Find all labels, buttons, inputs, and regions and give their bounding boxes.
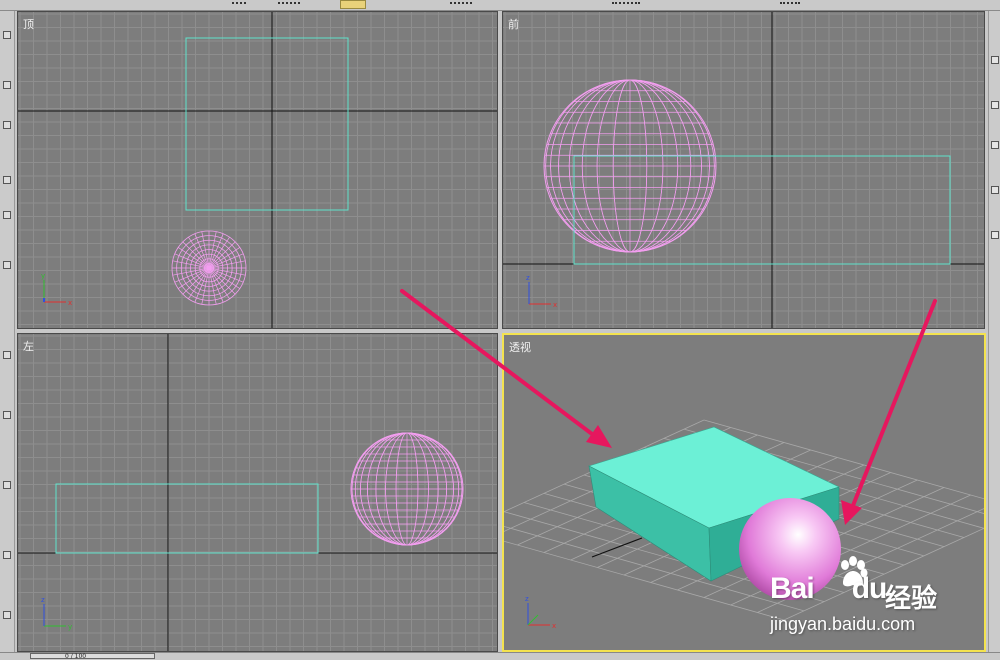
axis-tripod: x z — [525, 595, 556, 630]
panel-button[interactable] — [991, 141, 999, 149]
tool-button[interactable] — [3, 411, 11, 419]
panel-button[interactable] — [991, 231, 999, 239]
tool-button[interactable] — [3, 31, 11, 39]
viewport-top[interactable]: 顶 x y — [17, 11, 498, 329]
main-toolbar — [0, 0, 1000, 11]
viewport-left-canvas: y z — [18, 334, 497, 651]
grid — [18, 334, 497, 651]
axis-label-y: y — [68, 623, 72, 631]
panel-button[interactable] — [991, 186, 999, 194]
viewport-label-left[interactable]: 左 — [23, 338, 34, 354]
tool-button[interactable] — [3, 81, 11, 89]
right-command-panel — [988, 11, 1000, 659]
tool-button[interactable] — [3, 211, 11, 219]
axis-label-z: z — [41, 596, 45, 604]
axis-tripod: x z — [526, 274, 557, 309]
axis-label-x: x — [552, 622, 556, 630]
tool-button[interactable] — [3, 551, 11, 559]
tool-button[interactable] — [3, 351, 11, 359]
axis-label-x: x — [553, 301, 557, 309]
toolbar-grip — [780, 2, 800, 6]
select-object-button[interactable] — [340, 0, 366, 9]
viewport-front-canvas: x z — [503, 12, 984, 328]
toolbar-grip — [612, 2, 640, 6]
grid — [503, 12, 984, 328]
tool-button[interactable] — [3, 261, 11, 269]
sphere-wireframe[interactable] — [350, 432, 464, 546]
time-slider[interactable]: 0 / 100 — [30, 653, 155, 660]
viewport-label-perspective[interactable]: 透视 — [509, 339, 531, 355]
viewport-left[interactable]: 左 y z — [17, 333, 498, 652]
tool-button[interactable] — [3, 176, 11, 184]
panel-button[interactable] — [991, 101, 999, 109]
panel-button[interactable] — [991, 56, 999, 64]
tool-button[interactable] — [3, 611, 11, 619]
watermark-logo: Bai du — [770, 572, 887, 605]
axis-tripod: y z — [41, 596, 72, 631]
grid — [18, 12, 497, 328]
axis-line — [591, 537, 643, 558]
sphere-wireframe[interactable] — [543, 79, 717, 253]
box-wireframe[interactable] — [55, 483, 319, 554]
axis-label-z: z — [525, 595, 529, 603]
viewport-front[interactable]: 前 x z — [502, 11, 985, 329]
tool-button[interactable] — [3, 121, 11, 129]
axis-label-z: z — [526, 274, 530, 282]
sphere-wireframe[interactable] — [171, 230, 247, 306]
left-toolbar — [0, 11, 15, 659]
viewport-label-front[interactable]: 前 — [508, 16, 519, 32]
axis-label-x: x — [68, 299, 72, 307]
axis-label-y: y — [41, 272, 45, 280]
viewport-top-canvas: x y — [18, 12, 497, 328]
watermark-chinese: 经验 — [885, 584, 938, 614]
box-wireframe[interactable] — [185, 37, 349, 211]
viewport-label-top[interactable]: 顶 — [23, 16, 34, 32]
toolbar-grip — [278, 2, 300, 6]
toolbar-grip — [232, 2, 246, 6]
watermark-url: jingyan.baidu.com — [770, 614, 916, 634]
tool-button[interactable] — [3, 481, 11, 489]
axis-tripod: x y — [41, 272, 72, 307]
toolbar-grip — [450, 2, 472, 6]
